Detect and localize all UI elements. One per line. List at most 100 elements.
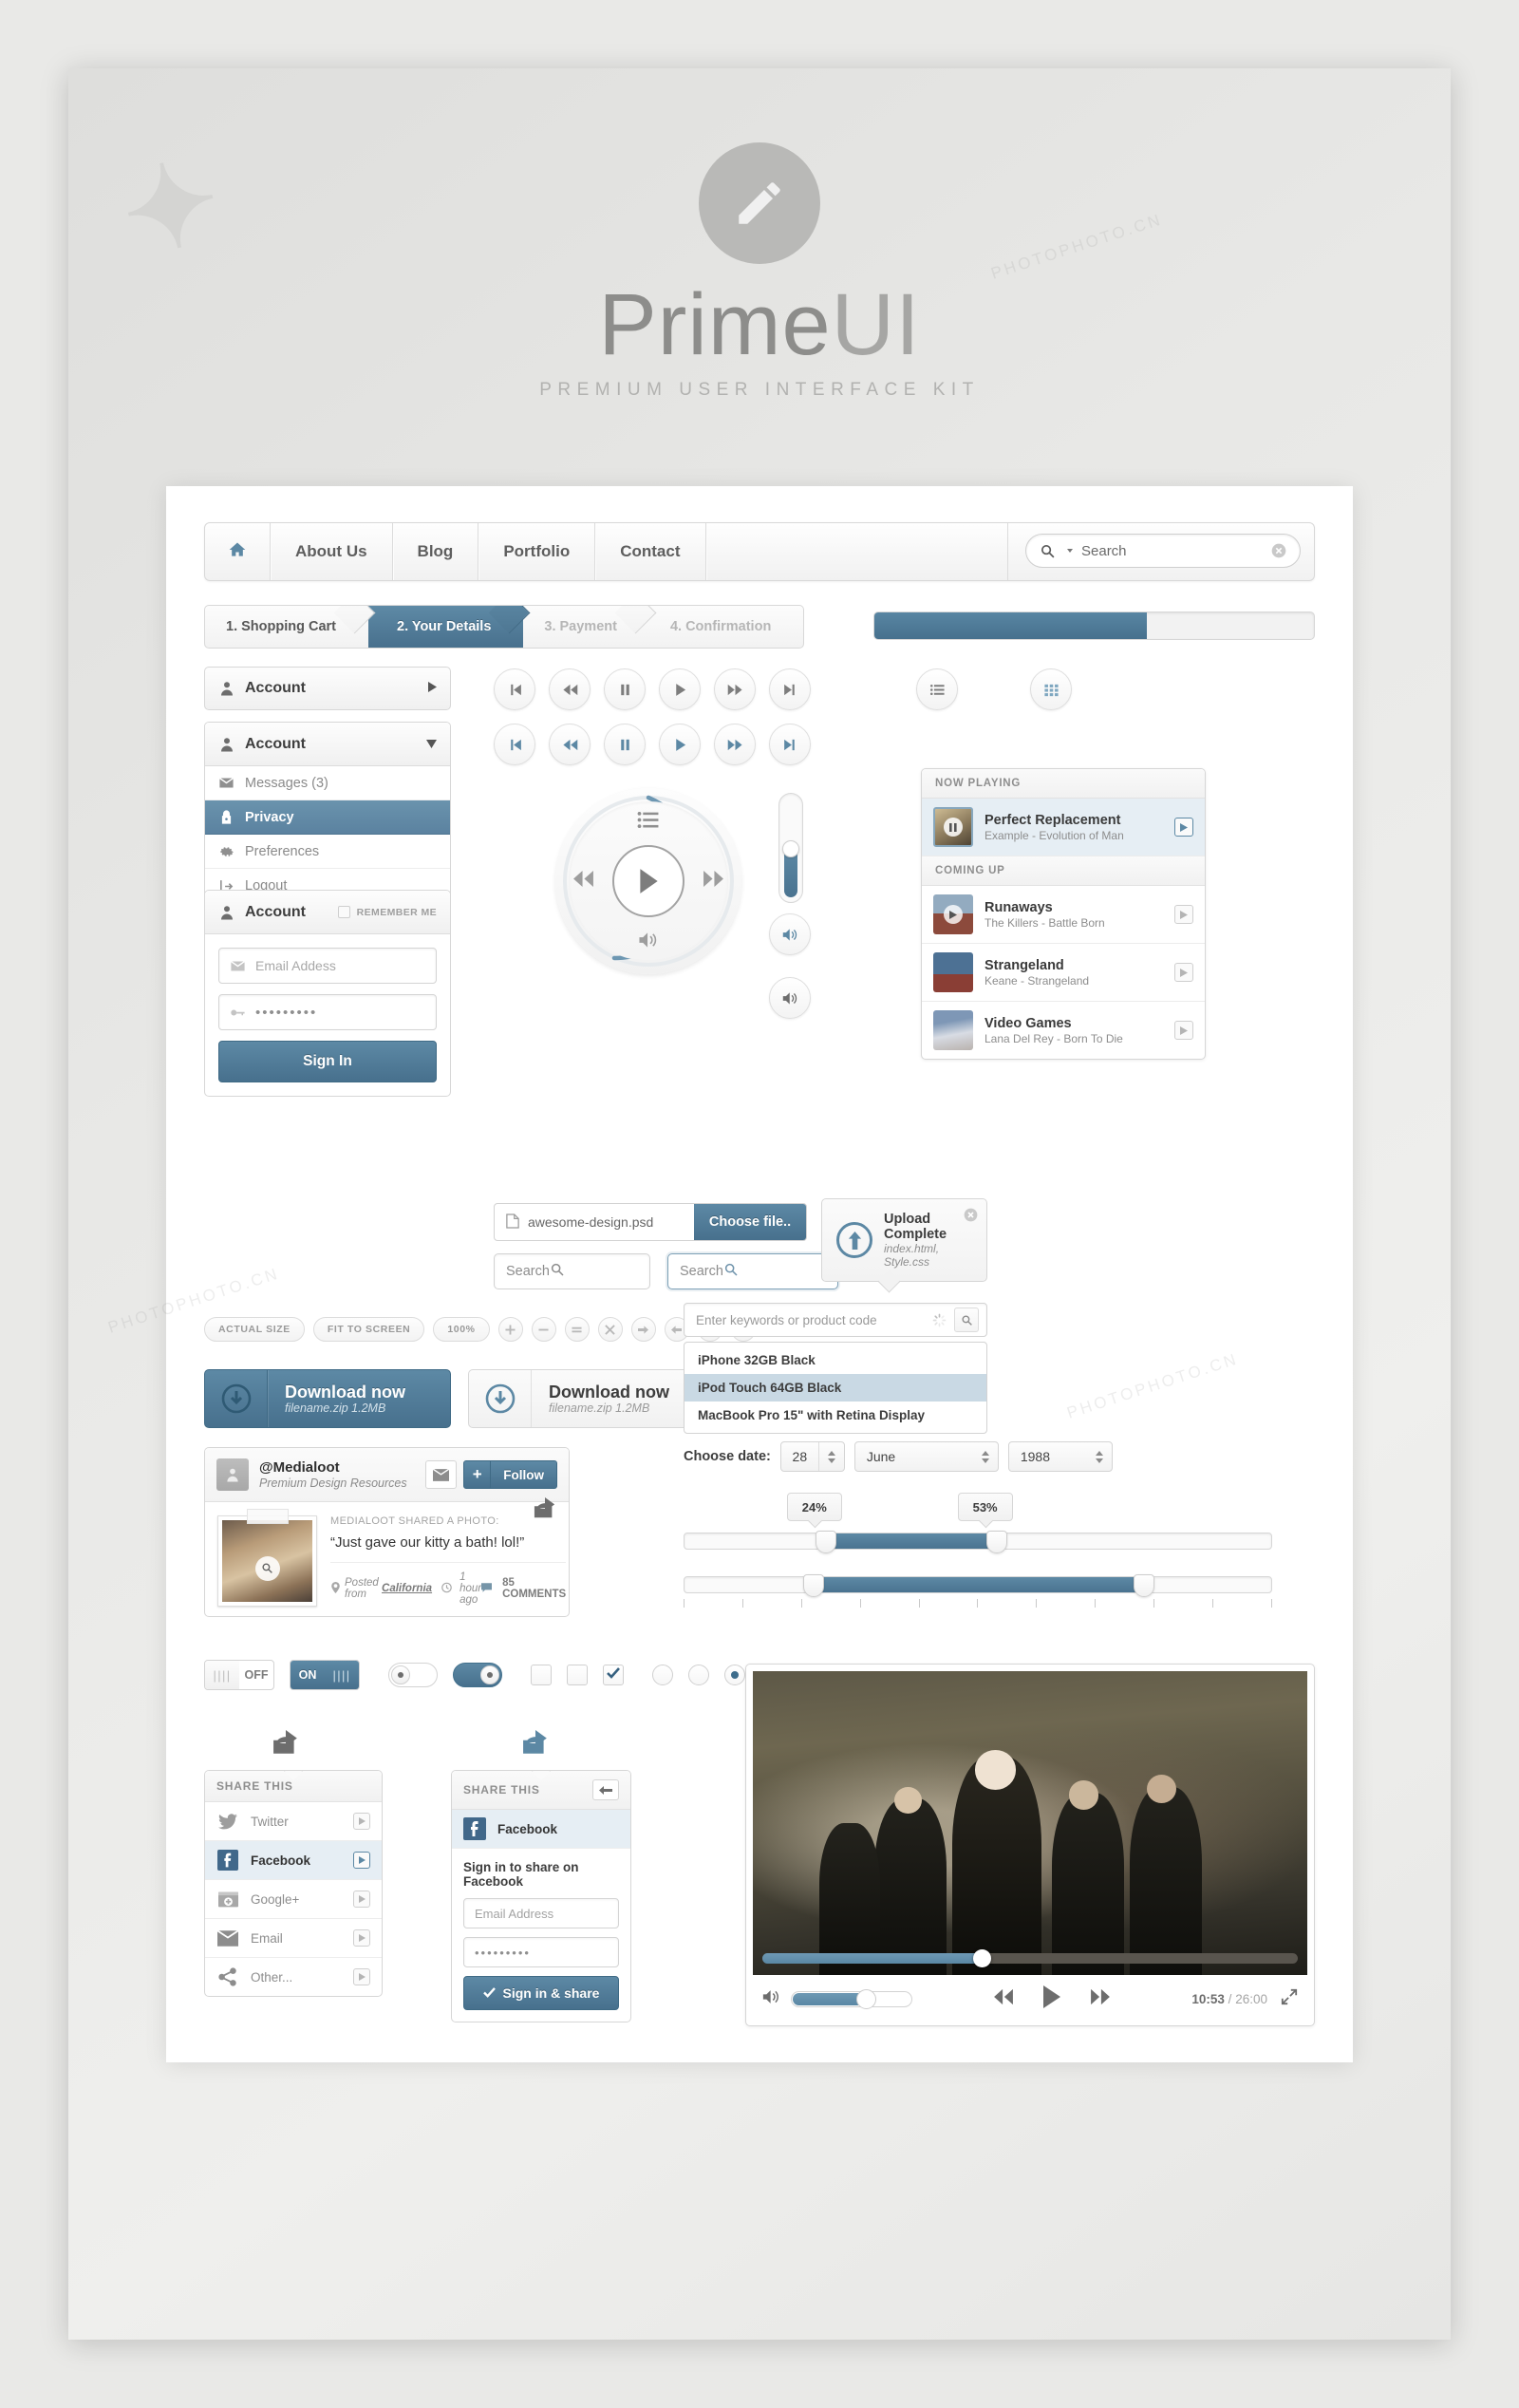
clear-circle-icon[interactable] — [1271, 543, 1286, 558]
search-icon[interactable] — [954, 1307, 979, 1332]
close-circle-icon[interactable] — [964, 1208, 978, 1222]
accordion-item-messages[interactable]: Messages (3) — [205, 766, 450, 800]
month-select[interactable]: June — [853, 1441, 999, 1472]
play-small-icon[interactable] — [353, 1891, 370, 1908]
search-icon[interactable] — [723, 1262, 739, 1282]
share-option-twitter[interactable]: Twitter — [205, 1802, 382, 1841]
range-knob-low[interactable] — [803, 1574, 825, 1597]
fast-forward-icon[interactable] — [714, 668, 756, 710]
play-icon[interactable] — [659, 724, 701, 765]
rewind-icon[interactable] — [993, 1988, 1014, 2010]
share-arrow-icon[interactable] — [272, 1730, 299, 1755]
video-progress-bar[interactable] — [762, 1949, 1298, 1967]
switch-on[interactable]: |||| ON — [290, 1660, 360, 1690]
breadcrumb-step-4[interactable]: 4. Confirmation — [649, 606, 803, 648]
playlist-row[interactable]: Runaways The Killers - Battle Born — [922, 886, 1205, 944]
autocomplete-option[interactable]: iPhone 32GB Black — [684, 1346, 986, 1374]
radio-unselected[interactable] — [652, 1665, 673, 1685]
next-track-icon[interactable] — [769, 724, 811, 765]
checkbox-checked[interactable] — [603, 1665, 624, 1685]
nav-item-blog[interactable]: Blog — [393, 523, 479, 580]
plus-icon[interactable] — [497, 1317, 523, 1342]
nav-item-home[interactable] — [205, 523, 271, 580]
email-field[interactable]: Email Addess — [218, 948, 437, 984]
list-view-icon[interactable] — [916, 668, 958, 710]
range-knob-high[interactable] — [985, 1531, 1007, 1553]
equals-icon[interactable] — [564, 1317, 590, 1342]
video-frame[interactable] — [753, 1671, 1307, 1975]
range-knob-low[interactable] — [815, 1531, 836, 1553]
toggle-pill-on[interactable] — [453, 1663, 502, 1687]
accordion-item-preferences[interactable]: Preferences — [205, 835, 450, 869]
share-option-email[interactable]: Email — [205, 1919, 382, 1958]
play-small-icon[interactable] — [1174, 1021, 1193, 1040]
circular-player-dial[interactable] — [555, 788, 741, 974]
post-photo[interactable] — [217, 1509, 317, 1607]
share-option-other[interactable]: Other... — [205, 1958, 382, 1996]
video-volume-knob[interactable] — [856, 1989, 877, 2009]
magnify-icon[interactable] — [254, 1555, 280, 1581]
breadcrumb-step-1[interactable]: 1. Shopping Cart — [205, 606, 368, 648]
playlist-row[interactable]: Strangeland Keane - Strangeland — [922, 944, 1205, 1002]
radio-selected[interactable] — [724, 1665, 745, 1685]
pause-icon[interactable] — [604, 668, 646, 710]
comment-count[interactable]: 85 COMMENTS — [481, 1577, 566, 1600]
search-input-focused[interactable]: Search — [667, 1253, 838, 1289]
share-password-field[interactable]: ••••••••• — [463, 1937, 619, 1967]
volume-icon[interactable] — [762, 1989, 780, 2009]
prev-track-icon[interactable] — [494, 724, 535, 765]
nav-item-contact[interactable]: Contact — [595, 523, 706, 580]
stepper-down-icon[interactable] — [981, 1458, 989, 1463]
playlist-row-now-playing[interactable]: Perfect Replacement Example - Evolution … — [922, 799, 1205, 856]
download-button-primary[interactable]: Download now filename.zip 1.2MB — [204, 1369, 451, 1428]
sign-in-button[interactable]: Sign In — [218, 1041, 437, 1082]
share-email-field[interactable]: Email Address — [463, 1898, 619, 1928]
play-small-icon[interactable] — [353, 1968, 370, 1985]
range-slider-2[interactable] — [684, 1574, 1272, 1597]
accordion-collapsed[interactable]: Account — [204, 667, 451, 710]
search-input[interactable]: Search — [1025, 534, 1301, 568]
volume-slider[interactable] — [778, 793, 803, 903]
nav-item-portfolio[interactable]: Portfolio — [478, 523, 596, 580]
choose-file-button[interactable]: Choose file.. — [694, 1204, 806, 1240]
accordion-expanded-header[interactable]: Account — [205, 723, 450, 766]
play-small-icon[interactable] — [1174, 818, 1193, 837]
sign-in-share-button[interactable]: Sign in & share — [463, 1976, 619, 2010]
share-option-googleplus[interactable]: Google+ — [205, 1880, 382, 1919]
stepper-up-icon[interactable] — [827, 1450, 835, 1456]
play-small-icon[interactable] — [1174, 905, 1193, 924]
toggle-pill-off[interactable] — [388, 1663, 438, 1687]
fit-to-screen-button[interactable]: FIT TO SCREEN — [312, 1317, 425, 1342]
nav-item-about-us[interactable]: About Us — [271, 523, 393, 580]
checkbox-unchecked[interactable] — [567, 1665, 588, 1685]
close-icon[interactable] — [597, 1317, 623, 1342]
fullscreen-icon[interactable] — [1281, 1988, 1298, 2010]
radio-unselected[interactable] — [688, 1665, 709, 1685]
video-volume-slider[interactable] — [791, 1989, 912, 2009]
caret-down-icon[interactable] — [426, 736, 437, 753]
play-small-icon[interactable] — [353, 1929, 370, 1947]
fast-forward-icon[interactable] — [1090, 1988, 1111, 2010]
rewind-icon[interactable] — [549, 724, 591, 765]
breadcrumb-step-2[interactable]: 2. Your Details — [368, 606, 524, 648]
day-stepper[interactable]: 28 — [779, 1441, 845, 1472]
play-icon[interactable] — [1042, 1985, 1061, 2013]
accordion-item-privacy[interactable]: Privacy — [205, 800, 450, 835]
zoom-level-label[interactable]: 100% — [433, 1317, 490, 1342]
range-slider-1[interactable] — [684, 1531, 1272, 1553]
volume-icon[interactable] — [769, 913, 811, 955]
checkbox-unchecked[interactable] — [531, 1665, 552, 1685]
breadcrumb-step-3[interactable]: 3. Payment — [523, 606, 649, 648]
post-location[interactable]: California — [382, 1583, 432, 1594]
share-arrow-icon[interactable] — [522, 1730, 549, 1755]
prev-track-icon[interactable] — [494, 668, 535, 710]
play-small-icon[interactable] — [1174, 963, 1193, 982]
search-icon[interactable] — [550, 1262, 565, 1282]
play-icon[interactable] — [612, 845, 684, 917]
actual-size-button[interactable]: ACTUAL SIZE — [204, 1317, 305, 1342]
rewind-icon[interactable] — [572, 870, 594, 893]
switch-off[interactable]: |||| OFF — [204, 1660, 274, 1690]
arrow-left-icon[interactable] — [592, 1779, 619, 1800]
stepper-up-icon[interactable] — [981, 1450, 989, 1456]
arrow-right-icon[interactable] — [630, 1317, 656, 1342]
